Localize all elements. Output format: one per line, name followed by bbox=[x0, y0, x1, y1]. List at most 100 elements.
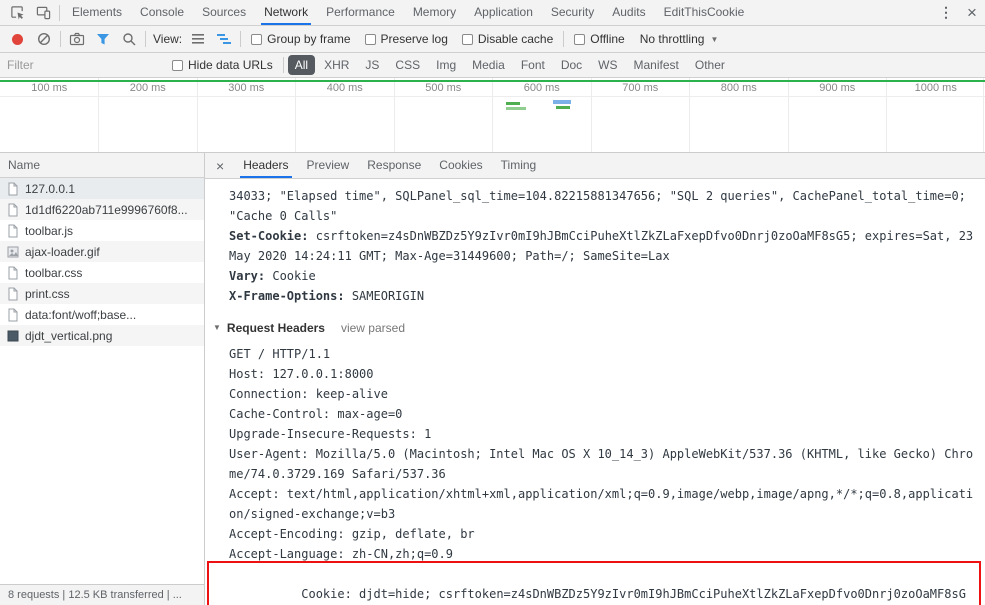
filter-input[interactable] bbox=[7, 58, 165, 72]
chevron-down-icon: ▼ bbox=[710, 34, 719, 44]
response-header-line: Set-Cookie: csrftoken=z4sDnWBZDz5Y9zIvr0… bbox=[229, 226, 975, 266]
request-name: ajax-loader.gif bbox=[25, 244, 100, 259]
header-value: csrftoken=z4sDnWBZDz5Y9zIvr0mI9hJBmCciPu… bbox=[229, 229, 981, 263]
script-icon bbox=[6, 224, 20, 238]
filter-type-doc[interactable]: Doc bbox=[554, 55, 589, 75]
gridline bbox=[394, 78, 395, 152]
tab-editthiscookie[interactable]: EditThisCookie bbox=[655, 0, 754, 25]
request-row[interactable]: ajax-loader.gif bbox=[0, 241, 204, 262]
checkbox-box bbox=[251, 33, 263, 45]
tab-console[interactable]: Console bbox=[131, 0, 193, 25]
tab-cookies[interactable]: Cookies bbox=[430, 153, 491, 178]
filter-type-ws[interactable]: WS bbox=[591, 55, 624, 75]
header-name: X-Frame-Options: bbox=[229, 289, 345, 303]
tab-network[interactable]: Network bbox=[255, 0, 317, 25]
request-row[interactable]: toolbar.js bbox=[0, 220, 204, 241]
tab-performance[interactable]: Performance bbox=[317, 0, 404, 25]
filter-type-media[interactable]: Media bbox=[465, 55, 512, 75]
group-by-frame-checkbox[interactable]: Group by frame bbox=[251, 32, 351, 46]
request-raw-line: Upgrade-Insecure-Requests: 1 bbox=[229, 427, 432, 441]
filter-type-xhr[interactable]: XHR bbox=[317, 55, 356, 75]
response-header-overflow: 34033; "Elapsed time", SQLPanel_sql_time… bbox=[229, 189, 974, 223]
filter-funnel-icon[interactable] bbox=[90, 27, 116, 52]
gridline bbox=[197, 78, 198, 152]
network-toolbar: View: Group by frame Preserve log Disabl… bbox=[0, 26, 985, 53]
request-rows-icon[interactable] bbox=[185, 27, 211, 52]
request-name: 127.0.0.1 bbox=[25, 181, 76, 196]
preserve-log-checkbox[interactable]: Preserve log bbox=[364, 32, 448, 46]
timeline-overview[interactable]: 100 ms 200 ms 300 ms 400 ms 500 ms 600 m… bbox=[0, 78, 985, 153]
record-icon[interactable] bbox=[12, 33, 23, 45]
filter-type-other[interactable]: Other bbox=[688, 55, 732, 75]
tab-response[interactable]: Response bbox=[358, 153, 430, 178]
request-row[interactable]: data:font/woff;base... bbox=[0, 304, 204, 325]
network-summary-bar: 8 requests | 12.5 KB transferred | ... bbox=[0, 584, 204, 605]
request-raw-line: Host: 127.0.0.1:8000 bbox=[229, 367, 374, 381]
tab-sources[interactable]: Sources bbox=[193, 0, 255, 25]
checkbox-box bbox=[172, 59, 183, 71]
checkbox-box bbox=[364, 33, 376, 45]
script-icon bbox=[6, 203, 20, 217]
view-parsed-link[interactable]: view parsed bbox=[341, 318, 405, 338]
divider bbox=[145, 31, 146, 47]
header-value: Cookie bbox=[272, 269, 316, 283]
request-headers-section[interactable]: ▼ Request Headers view parsed bbox=[213, 318, 975, 338]
hide-data-urls-checkbox[interactable]: Hide data URLs bbox=[172, 58, 273, 72]
stylesheet-icon bbox=[6, 287, 20, 301]
filter-type-manifest[interactable]: Manifest bbox=[627, 55, 686, 75]
request-raw-line: GET / HTTP/1.1 bbox=[229, 347, 331, 361]
header-name: Vary: bbox=[229, 269, 266, 283]
tab-timing[interactable]: Timing bbox=[492, 153, 546, 178]
header-name: Set-Cookie: bbox=[229, 229, 309, 243]
filter-type-img[interactable]: Img bbox=[429, 55, 463, 75]
section-title: Request Headers bbox=[226, 321, 325, 335]
search-icon[interactable] bbox=[116, 27, 142, 52]
gridline bbox=[492, 78, 493, 152]
gridline bbox=[983, 78, 984, 152]
filter-type-js[interactable]: JS bbox=[358, 55, 386, 75]
menu-icon[interactable]: ⋮ bbox=[933, 0, 959, 25]
overview-request-bar bbox=[556, 106, 570, 109]
show-overview-icon[interactable] bbox=[211, 27, 237, 52]
checkbox-label: Preserve log bbox=[380, 32, 448, 46]
document-icon bbox=[6, 182, 20, 196]
image-icon bbox=[6, 329, 20, 343]
screenshot-camera-icon[interactable] bbox=[64, 27, 90, 52]
divider bbox=[60, 31, 61, 47]
tab-elements[interactable]: Elements bbox=[63, 0, 131, 25]
filter-type-all[interactable]: All bbox=[287, 55, 316, 75]
image-icon bbox=[6, 245, 20, 259]
request-raw-line: User-Agent: Mozilla/5.0 (Macintosh; Inte… bbox=[229, 447, 974, 481]
close-icon[interactable]: × bbox=[959, 0, 985, 25]
request-row[interactable]: 127.0.0.1 bbox=[0, 178, 204, 199]
device-toolbar-icon[interactable] bbox=[30, 0, 56, 25]
inspect-element-icon[interactable] bbox=[4, 0, 30, 25]
tab-security[interactable]: Security bbox=[542, 0, 603, 25]
checkbox-box bbox=[574, 33, 586, 45]
disable-cache-checkbox[interactable]: Disable cache bbox=[461, 32, 553, 46]
overview-request-bar bbox=[553, 100, 571, 104]
request-details-panel: × Headers Preview Response Cookies Timin… bbox=[205, 153, 985, 605]
request-row[interactable]: print.css bbox=[0, 283, 204, 304]
checkbox-label: Group by frame bbox=[267, 32, 351, 46]
throttling-select[interactable]: No throttling ▼ bbox=[640, 32, 719, 46]
close-details-icon[interactable]: × bbox=[205, 158, 234, 174]
name-column-header[interactable]: Name bbox=[0, 153, 204, 178]
clear-icon[interactable] bbox=[31, 27, 57, 52]
gridline bbox=[295, 78, 296, 152]
tab-preview[interactable]: Preview bbox=[298, 153, 359, 178]
checkbox-label: Hide data URLs bbox=[188, 58, 273, 72]
tab-audits[interactable]: Audits bbox=[603, 0, 654, 25]
request-name: 1d1df6220ab711e9996760f8... bbox=[25, 202, 188, 217]
offline-checkbox[interactable]: Offline bbox=[574, 32, 625, 46]
filter-type-css[interactable]: CSS bbox=[388, 55, 427, 75]
tab-headers[interactable]: Headers bbox=[234, 153, 297, 178]
request-name: toolbar.css bbox=[25, 265, 83, 280]
request-row[interactable]: djdt_vertical.png bbox=[0, 325, 204, 346]
request-row[interactable]: toolbar.css bbox=[0, 262, 204, 283]
tab-memory[interactable]: Memory bbox=[404, 0, 465, 25]
tab-application[interactable]: Application bbox=[465, 0, 542, 25]
filter-type-font[interactable]: Font bbox=[514, 55, 552, 75]
devtools-window: Elements Console Sources Network Perform… bbox=[0, 0, 985, 605]
request-row[interactable]: 1d1df6220ab711e9996760f8... bbox=[0, 199, 204, 220]
